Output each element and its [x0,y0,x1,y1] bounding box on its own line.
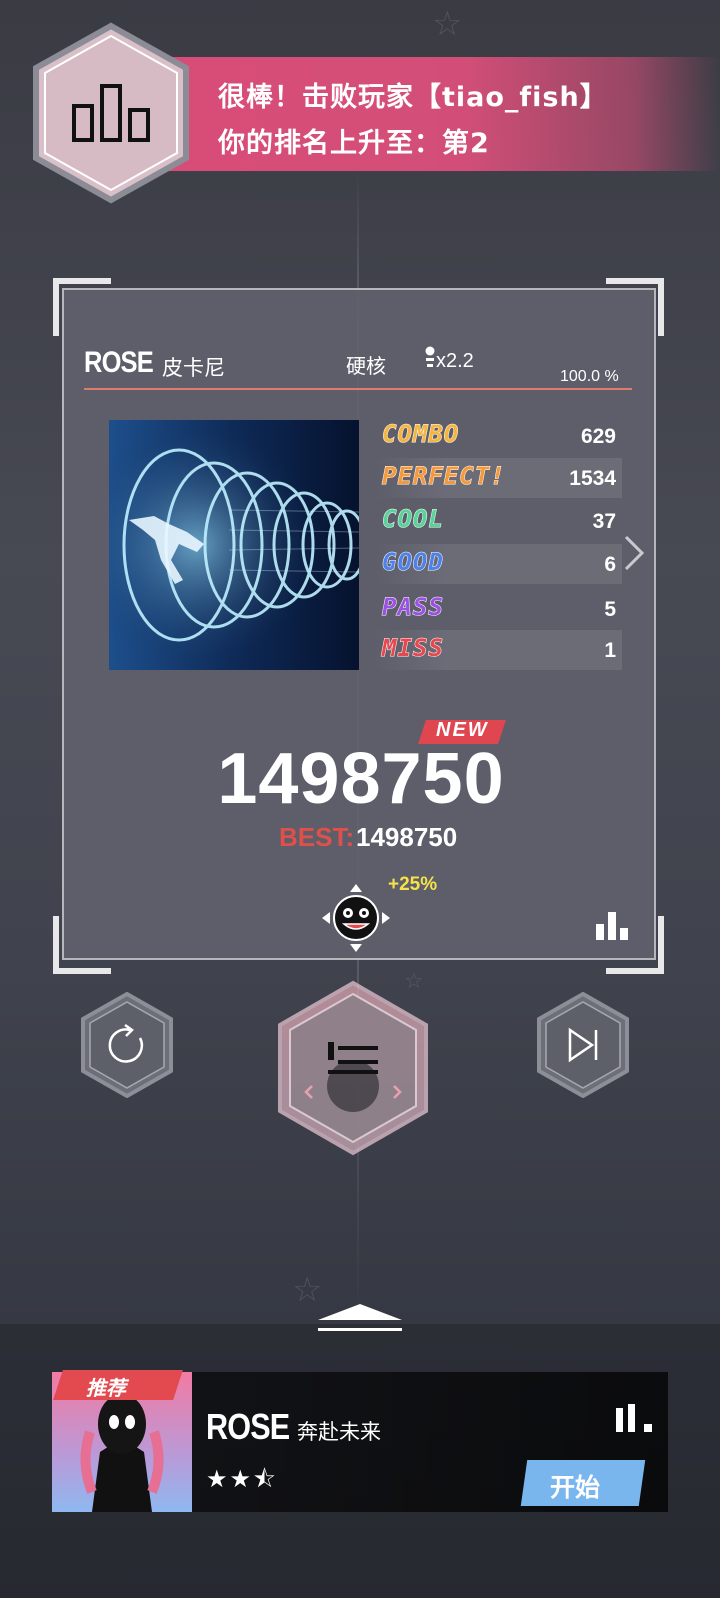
banner-rank: 你的排名上升至：第2 [218,128,490,159]
judgement-value: 1 [604,639,616,662]
recommended-song-subtitle: 奔赴未来 [297,1420,381,1444]
title-divider [84,388,632,390]
mascot-icon[interactable] [320,882,392,954]
judgement-value: 37 [592,510,616,533]
song-list-button[interactable] [276,980,430,1156]
song-cover-art [109,420,359,670]
difficulty-stars: ★★⯪ [206,1465,278,1493]
recommend-tag-label: 推荐 [86,1376,126,1400]
banner-message: 很棒！击败玩家【tiao_fish】 [218,82,608,113]
panel-corner [606,278,664,336]
song-artist: 皮卡尼 [162,356,225,380]
judgement-row-good: GOOD 6 [374,544,622,584]
judgement-label: COMBO [381,420,460,449]
judgement-label: MISS [382,634,444,663]
panel-corner [53,278,111,336]
judgement-row-perfect: PERFECT! 1534 [374,458,622,498]
judgement-label: GOOD [382,548,444,577]
chevron-up-icon[interactable] [318,1304,402,1336]
judgement-row-cool: COOL 37 [374,501,622,541]
recommended-song-title: ROSE [206,1406,290,1447]
judgement-value: 1534 [569,467,616,490]
background-star-icon: ☆ [432,5,463,43]
judgement-row-miss: MISS 1 [374,630,622,670]
best-label: BEST: [279,822,355,852]
skip-next-button[interactable] [536,992,630,1098]
retry-button[interactable] [80,992,174,1098]
judgement-value: 629 [580,425,616,448]
start-button-label: 开始 [550,1473,601,1502]
judgement-row-pass: PASS 5 [374,589,622,629]
recommended-song-card[interactable]: 推荐 ROSE 奔赴未来 ★★⯪ 开始 [52,1370,668,1512]
bonus-value: +25% [388,874,438,895]
leaderboard-icon[interactable] [30,22,192,204]
judgement-row-combo: COMBO 629 [374,416,622,456]
result-panel: ROSE 皮卡尼 硬核 x2.2 100.0 % COMBO 629 PERFE… [62,288,656,960]
song-title: ROSE [84,346,154,379]
judgement-label: COOL [382,505,444,534]
stats-icon[interactable] [614,1402,658,1434]
best-value: 1498750 [356,822,458,852]
judgement-value: 6 [604,553,616,576]
panel-corner [606,916,664,974]
rank-up-banner: 很棒！击败玩家【tiao_fish】 你的排名上升至：第2 [150,57,720,171]
judgement-label: PASS [382,593,444,622]
judgement-value: 5 [604,598,616,621]
judgement-label: PERFECT! [382,462,506,491]
score-value: 1498750 [217,739,505,819]
chevron-right-icon[interactable] [622,533,646,573]
difficulty-label: 硬核 [346,354,386,378]
panel-corner [53,916,111,974]
speed-value: x2.2 [436,350,474,372]
accuracy-value: 100.0 % [560,368,619,385]
